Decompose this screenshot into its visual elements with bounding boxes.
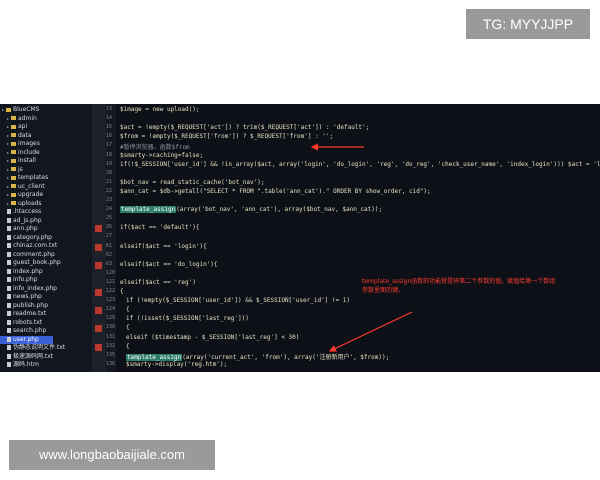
annotation-arrows	[310, 143, 413, 352]
watermark-top: TG: MYYJJPP	[466, 9, 590, 39]
arrow-to-template-assign	[328, 311, 413, 352]
ide-screenshot: ▸ BlueCMS ▸ admin ▸ api ▸ data ▸ images ▸ include ▸ i…	[0, 104, 600, 372]
watermark-bottom: www.longbaobaijiale.com	[9, 440, 215, 470]
